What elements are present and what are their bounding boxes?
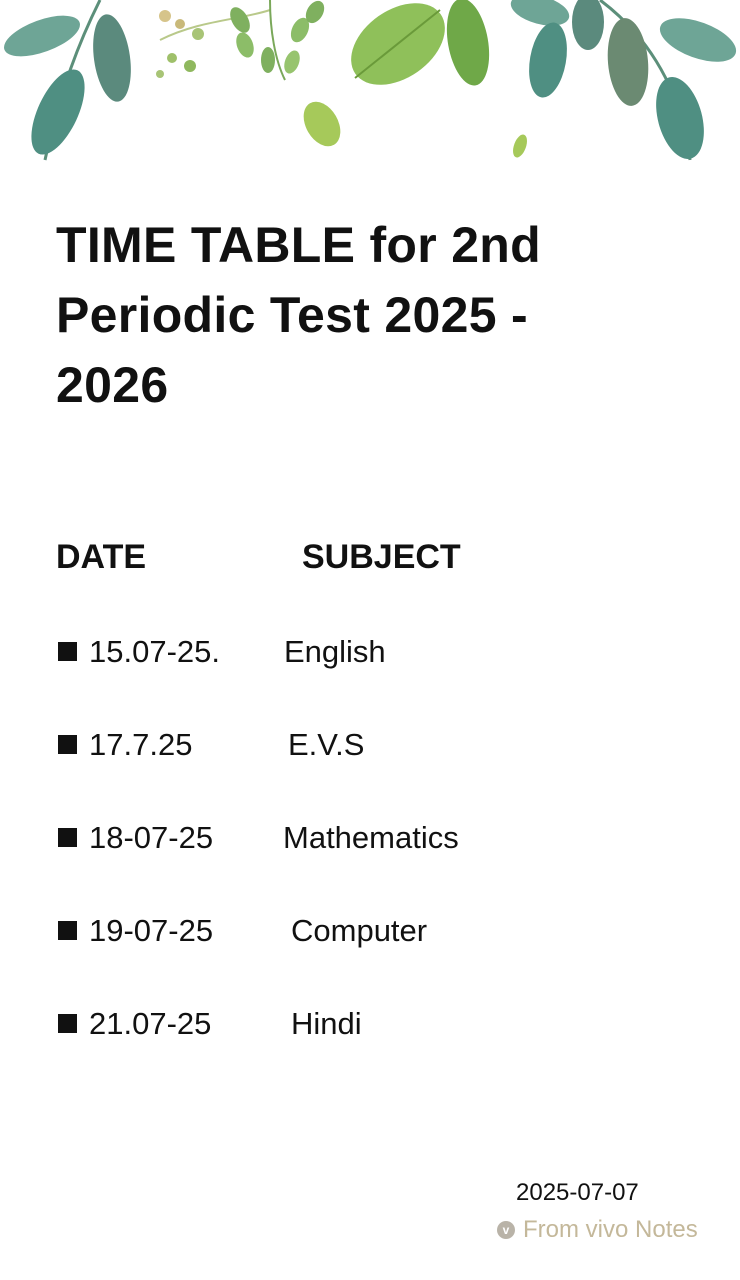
note-source-label: From vivo Notes xyxy=(523,1216,698,1243)
vivo-logo-icon: v xyxy=(497,1221,515,1239)
exam-date: 18-07-25 xyxy=(89,820,214,855)
exam-subject: English xyxy=(284,634,386,669)
date-column-header: DATE xyxy=(56,538,147,576)
note-date: 2025-07-07 xyxy=(516,1179,639,1206)
exam-subject: Hindi xyxy=(291,1006,362,1041)
bullet-icon xyxy=(58,642,77,661)
exam-date: 15.07-25. xyxy=(89,634,220,669)
schedule-row: 18-07-25 Mathematics xyxy=(56,818,676,858)
exam-subject: Computer xyxy=(291,913,428,948)
exam-date: 19-07-25 xyxy=(89,913,214,948)
bullet-icon xyxy=(58,1014,77,1033)
exam-date: 17.7.25 xyxy=(89,727,193,762)
bullet-icon xyxy=(58,735,77,754)
exam-subject: Mathematics xyxy=(283,820,459,855)
exam-date: 21.07-25 xyxy=(89,1006,212,1041)
schedule-row: 15.07-25. English xyxy=(56,632,676,672)
schedule-row: 17.7.25 E.V.S xyxy=(56,725,676,765)
bullet-icon xyxy=(58,921,77,940)
leaves-decoration xyxy=(4,0,737,161)
schedule-row: 19-07-25 Computer xyxy=(56,911,676,951)
schedule-row: 21.07-25 Hindi xyxy=(56,1004,676,1044)
page-title: TIME TABLE for 2nd Periodic Test 2025 - … xyxy=(56,217,541,413)
exam-subject: E.V.S xyxy=(288,727,365,762)
bullet-icon xyxy=(58,828,77,847)
subject-column-header: SUBJECT xyxy=(302,538,461,576)
